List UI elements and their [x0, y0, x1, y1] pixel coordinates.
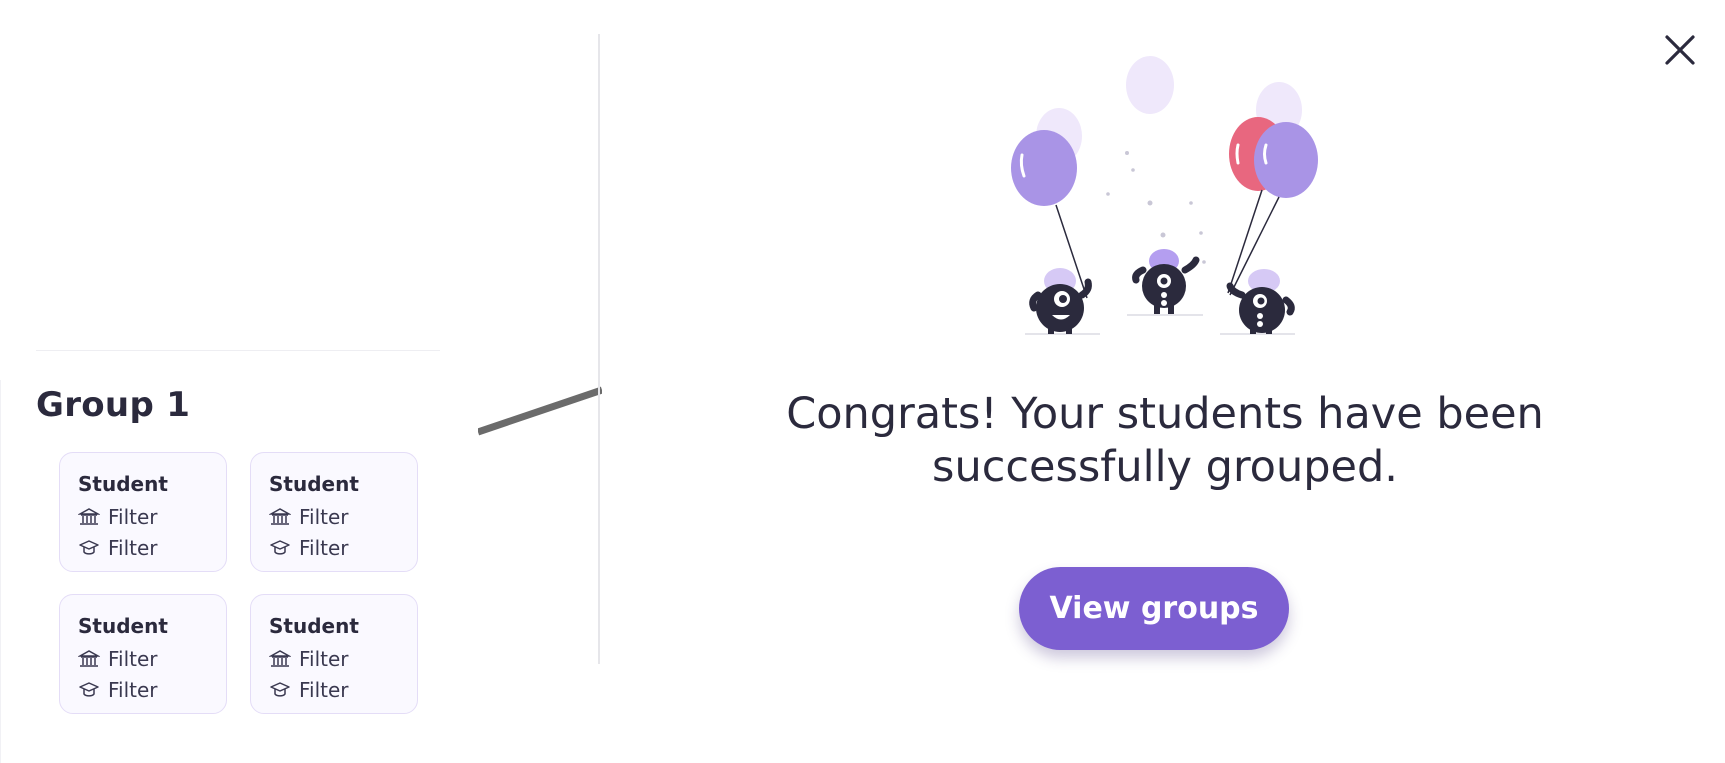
filter-row: Filter	[78, 643, 226, 674]
filter-row: Filter	[269, 674, 417, 705]
student-name: Student	[269, 472, 359, 496]
filter-label: Filter	[108, 535, 158, 560]
view-groups-button[interactable]: View groups	[1019, 567, 1289, 650]
monster-right	[1226, 269, 1295, 334]
graduation-cap-icon	[270, 539, 290, 555]
building-icon	[78, 649, 100, 667]
filter-label: Filter	[299, 646, 349, 671]
filter-label: Filter	[299, 504, 349, 529]
student-name: Student	[269, 614, 359, 638]
filter-row: Filter	[269, 532, 417, 563]
monster-middle	[1132, 249, 1200, 314]
building-icon	[269, 507, 291, 525]
balloon-light	[1126, 56, 1174, 114]
building-icon	[269, 649, 291, 667]
filter-label: Filter	[108, 677, 158, 702]
filter-row: Filter	[78, 501, 226, 532]
connector-line	[478, 386, 602, 436]
graduation-cap-icon	[270, 681, 290, 697]
student-name: Student	[78, 472, 168, 496]
close-icon[interactable]	[1660, 30, 1700, 70]
success-message: Congrats! Your students have been succes…	[786, 389, 1544, 492]
divider-line	[36, 350, 440, 351]
student-card: Student Filter Filter	[250, 594, 418, 714]
student-card: Student Filter Filter	[59, 594, 227, 714]
building-icon	[78, 507, 100, 525]
graduation-cap-icon	[79, 681, 99, 697]
student-card: Student Filter Filter	[250, 452, 418, 572]
student-name: Student	[78, 614, 168, 638]
filter-row: Filter	[78, 674, 226, 705]
group-preview-panel: Group 1 Student Filter Filter Student Fi…	[0, 0, 602, 763]
filter-label: Filter	[108, 504, 158, 529]
filter-row: Filter	[78, 532, 226, 563]
filter-row: Filter	[269, 501, 417, 532]
balloon-purple	[1254, 122, 1318, 198]
filter-row: Filter	[269, 643, 417, 674]
group-title: Group 1	[36, 385, 191, 425]
panel-divider	[598, 34, 600, 664]
filter-label: Filter	[108, 646, 158, 671]
filter-label: Filter	[299, 677, 349, 702]
celebration-illustration	[1011, 56, 1318, 335]
graduation-cap-icon	[79, 539, 99, 555]
filter-label: Filter	[299, 535, 349, 560]
student-card: Student Filter Filter	[59, 452, 227, 572]
